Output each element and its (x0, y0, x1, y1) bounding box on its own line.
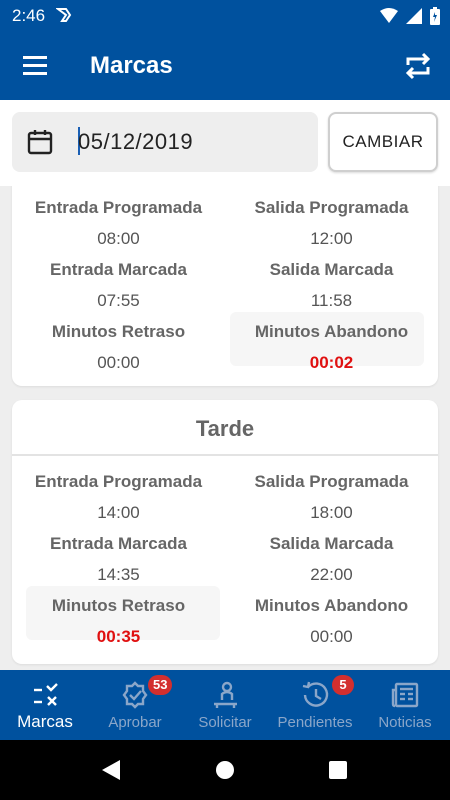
history-icon (302, 681, 329, 707)
delay-minutes-label: Minutos Retraso (51, 322, 186, 341)
recorded-exit-label: Salida Marcada (269, 534, 394, 553)
punch-clock-icon (34, 683, 58, 706)
sync-icon (405, 52, 431, 80)
calendar-icon (27, 130, 53, 155)
date-value: 05/12/2019 (78, 129, 194, 154)
early-leave-minutes-value: 00:02 (309, 353, 354, 372)
status-icons (380, 7, 440, 25)
early-leave-minutes: Minutos Abandono 00:00 (225, 596, 438, 649)
delay-minutes-label: Minutos Retraso (51, 596, 186, 615)
delay-minutes-value: 00:35 (96, 627, 141, 646)
sync-button[interactable] (400, 48, 436, 84)
page-title: Marcas (90, 52, 173, 79)
delay-minutes: Minutos Retraso 00:35 (12, 596, 225, 649)
recorded-exit: Salida Marcada 11:58 (225, 260, 438, 313)
status-bar: 2:46 (0, 0, 450, 32)
person-desk-icon (214, 681, 237, 708)
nav-label: Pendientes (277, 714, 353, 731)
early-leave-minutes-label: Minutos Abandono (254, 322, 409, 341)
scheduled-entry: Entrada Programada 14:00 (12, 472, 225, 525)
verified-badge-icon (122, 681, 148, 709)
scheduled-exit: Salida Programada 18:00 (225, 472, 438, 525)
signal-icon (406, 8, 422, 24)
nav-item-aprobar[interactable]: 53 Aprobar (90, 670, 180, 740)
bottom-navigation: Marcas 53 Aprobar Solicitar 5 Pendientes… (0, 670, 450, 740)
nav-label: Aprobar (108, 714, 162, 731)
change-date-button[interactable]: CAMBIAR (328, 112, 438, 172)
delay-minutes: Minutos Retraso 00:00 (12, 322, 225, 375)
recorded-exit-value: 22:00 (310, 565, 353, 584)
system-navigation-bar (0, 740, 450, 800)
nav-label: Noticias (378, 714, 432, 731)
scheduled-entry-label: Entrada Programada (34, 472, 203, 491)
nav-item-pendientes[interactable]: 5 Pendientes (270, 670, 360, 740)
nav-item-solicitar[interactable]: Solicitar (180, 670, 270, 740)
shift-title: Tarde (12, 400, 438, 456)
recorded-entry: Entrada Marcada 14:35 (12, 534, 225, 587)
recorded-entry-value: 07:55 (97, 291, 140, 310)
date-filter-bar: 05/12/2019 CAMBIAR (0, 100, 450, 186)
recorded-exit: Salida Marcada 22:00 (225, 534, 438, 587)
hamburger-menu-icon (23, 56, 47, 75)
nav-label: Marcas (17, 712, 73, 731)
date-field[interactable]: 05/12/2019 (12, 112, 318, 172)
recorded-entry-label: Entrada Marcada (50, 534, 187, 553)
scheduled-exit-value: 18:00 (310, 503, 353, 522)
nav-label: Solicitar (198, 714, 252, 731)
scheduled-entry-value: 08:00 (97, 229, 140, 248)
scheduled-entry-label: Entrada Programada (34, 198, 203, 217)
scheduled-exit-label: Salida Programada (254, 198, 409, 217)
early-leave-minutes-value: 00:00 (310, 627, 353, 646)
menu-button[interactable] (20, 52, 50, 80)
recorded-entry: Entrada Marcada 07:55 (12, 260, 225, 313)
recents-icon[interactable] (327, 758, 349, 782)
wifi-icon (380, 8, 398, 23)
back-icon[interactable] (100, 758, 122, 782)
shift-card: Entrada Programada 08:00 Salida Programa… (12, 186, 438, 386)
scheduled-entry: Entrada Programada 08:00 (12, 198, 225, 251)
app-notification-icon (55, 7, 72, 28)
shift-list[interactable]: Entrada Programada 08:00 Salida Programa… (0, 186, 450, 670)
pending-approvals-badge: 53 (148, 675, 173, 695)
battery-icon (430, 7, 440, 25)
home-icon[interactable] (214, 758, 236, 782)
scheduled-exit-value: 12:00 (310, 229, 353, 248)
newspaper-icon (391, 682, 419, 708)
recorded-exit-value: 11:58 (310, 291, 353, 310)
app-bar: Marcas (0, 32, 450, 100)
recorded-entry-value: 14:35 (97, 565, 140, 584)
recorded-exit-label: Salida Marcada (269, 260, 394, 279)
pending-count-badge: 5 (332, 675, 354, 695)
status-time: 2:46 (12, 6, 46, 25)
recorded-entry-label: Entrada Marcada (50, 260, 187, 279)
nav-item-noticias[interactable]: Noticias (360, 670, 450, 740)
nav-item-marcas[interactable]: Marcas (0, 670, 90, 740)
early-leave-minutes-label: Minutos Abandono (254, 596, 409, 615)
scheduled-entry-value: 14:00 (97, 503, 140, 522)
early-leave-minutes: Minutos Abandono 00:02 (225, 322, 438, 375)
delay-minutes-value: 00:00 (97, 353, 140, 372)
shift-card: Tarde Entrada Programada 14:00 Salida Pr… (12, 400, 438, 664)
scheduled-exit-label: Salida Programada (254, 472, 409, 491)
scheduled-exit: Salida Programada 12:00 (225, 198, 438, 251)
